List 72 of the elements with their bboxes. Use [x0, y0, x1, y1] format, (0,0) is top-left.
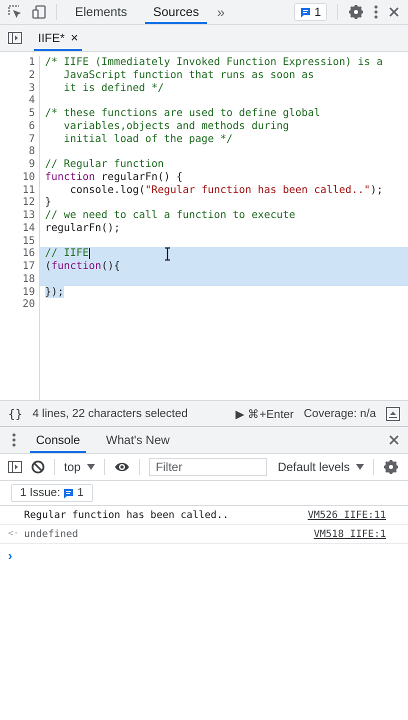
line-number: 11 — [21, 184, 35, 196]
eye-icon[interactable] — [114, 461, 130, 473]
run-snippet-button[interactable]: ▶ ⌘+Enter — [235, 406, 294, 420]
line-number: 19 — [21, 286, 35, 298]
code-line: variables,objects and methods during — [62, 120, 289, 132]
inspect-icon[interactable] — [8, 5, 22, 19]
close-icon[interactable] — [388, 434, 400, 446]
prompt-caret[interactable]: › — [8, 548, 12, 563]
more-options-icon[interactable] — [374, 5, 378, 19]
line-number: 14 — [21, 222, 35, 234]
coverage-info: Coverage: n/a — [304, 408, 376, 420]
code-line: regularFn(); — [45, 222, 120, 234]
code-line: // Regular function — [45, 158, 164, 171]
source-link[interactable]: VM526 IIFE:11 — [308, 510, 386, 520]
line-number: 2 — [28, 68, 35, 82]
panel-tab[interactable]: Elements — [67, 0, 136, 24]
device-icon[interactable] — [32, 5, 46, 19]
selection-info: 4 lines, 22 characters selected — [32, 408, 188, 420]
more-options-icon[interactable] — [12, 433, 16, 447]
drawer-tab[interactable]: Console — [30, 427, 86, 453]
filter-field[interactable]: Filter — [148, 458, 267, 476]
more-tabs-button[interactable]: » — [216, 4, 225, 20]
line-number: 9 — [28, 158, 35, 171]
close-tab-button[interactable]: × — [70, 30, 78, 45]
pretty-print-button[interactable]: {} — [8, 406, 22, 420]
line-number: 1 — [28, 56, 35, 69]
log-levels-dropdown[interactable]: Default levels — [278, 460, 364, 474]
console-message: undefined — [24, 528, 78, 540]
settings-icon[interactable] — [382, 459, 399, 475]
line-number: 13 — [21, 209, 35, 222]
drawer-tab[interactable]: What's New — [100, 427, 176, 453]
code-line: console.log("Regular function has been called.."); — [69, 184, 383, 196]
clear-console-icon[interactable] — [31, 460, 45, 474]
code-line: } — [45, 196, 52, 209]
issues-badge[interactable]: 1 — [294, 3, 327, 21]
line-number: 18 — [21, 272, 35, 286]
i-beam-cursor-icon — [164, 246, 171, 261]
message-icon — [300, 6, 312, 18]
message-icon — [63, 488, 74, 498]
line-number: 4 — [28, 94, 35, 107]
settings-icon[interactable] — [348, 4, 364, 20]
context-dropdown[interactable]: top — [64, 460, 95, 474]
source-link[interactable]: VM518 IIFE:1 — [314, 528, 386, 540]
file-tab[interactable]: IIFE* × — [34, 25, 82, 51]
console-message: Regular function has been called.. — [24, 510, 229, 520]
line-number: 3 — [28, 82, 35, 94]
line-number: 10 — [21, 170, 35, 184]
code-line: function regularFn() { — [45, 170, 183, 184]
navigator-toggle-icon[interactable] — [8, 32, 22, 44]
dropdown-caret-icon — [356, 464, 364, 470]
sidebar-toggle-icon[interactable] — [8, 461, 22, 473]
line-number: 16 — [21, 247, 35, 260]
line-number: 17 — [21, 260, 35, 273]
drawer-toggle-icon[interactable] — [386, 406, 400, 420]
line-number: 12 — [21, 196, 35, 209]
code-line: it is defined */ — [62, 82, 164, 94]
result-arrow: <· — [8, 529, 20, 539]
issues-button[interactable]: 1 Issue: 1 — [11, 484, 93, 502]
line-number: 20 — [21, 298, 35, 311]
line-number: 5 — [28, 107, 35, 120]
code-line: JavaScript function that runs as soon as — [62, 68, 314, 82]
code-line: initial load of the page */ — [62, 132, 233, 146]
line-number: 15 — [21, 234, 35, 248]
code-line: /* these functions are used to define global — [45, 107, 320, 120]
line-number: 6 — [28, 120, 35, 132]
line-number: 8 — [28, 145, 35, 158]
dropdown-caret-icon — [86, 464, 95, 470]
issues-count: 1 — [314, 5, 321, 19]
code-line: // we need to call a function to execute — [45, 209, 296, 222]
line-number: 7 — [28, 132, 35, 146]
code-line: /* IIFE (Immediately Invoked Function Expression) is a — [45, 56, 383, 69]
close-icon[interactable] — [388, 6, 400, 18]
